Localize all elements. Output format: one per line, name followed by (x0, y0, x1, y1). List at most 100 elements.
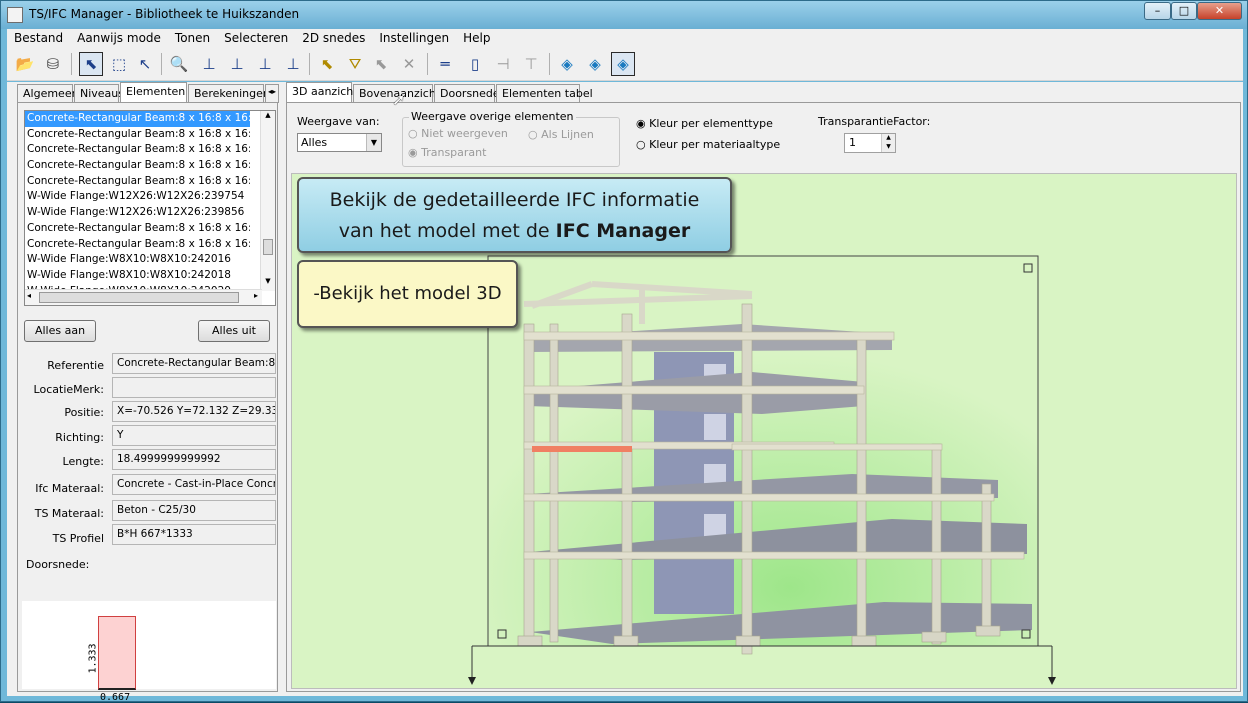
menu-tonen[interactable]: Tonen (168, 29, 217, 45)
view-3d-2-icon[interactable]: ◈ (583, 52, 607, 76)
stepper-up-icon[interactable]: ▲ (881, 134, 895, 143)
element-list[interactable]: Concrete-Rectangular Beam:8 x 16:8 x 16:… (24, 110, 276, 306)
vertical-scrollbar[interactable]: ▲ ▼ (260, 111, 275, 291)
open-model-icon[interactable]: ⛁ (41, 52, 65, 76)
select-box-icon[interactable]: ⬚ (107, 52, 131, 76)
radio-color-type[interactable]: ◉ Kleur per elementtype (636, 117, 773, 130)
transparency-label: TransparantieFactor: (818, 115, 931, 128)
richting-field[interactable]: Y (112, 425, 276, 446)
view-3d-3-icon[interactable]: ◈ (611, 52, 635, 76)
elements-panel: Concrete-Rectangular Beam:8 x 16:8 x 16:… (17, 102, 278, 703)
list-item[interactable]: Concrete-Rectangular Beam:8 x 16:8 x 16:… (25, 111, 250, 127)
tab-elementen-tabel[interactable]: Elementen tabel (496, 84, 593, 103)
view-3d-1-icon[interactable]: ◈ (555, 52, 579, 76)
zoom-icon[interactable]: 🔍 (167, 52, 191, 76)
radio-hide[interactable]: ○ Niet weergeven (408, 127, 508, 140)
app-icon (7, 7, 23, 23)
view-of-select[interactable]: Alles ▼ (297, 133, 382, 152)
axis-view-3-icon[interactable]: ⊥ (253, 52, 277, 76)
filter-icon[interactable]: ⛛ (343, 52, 367, 76)
radio-color-material[interactable]: ○ Kleur per materiaaltype (636, 138, 780, 151)
view-of-value: Alles (301, 136, 328, 149)
tab-elementen[interactable]: Elementen (120, 82, 187, 104)
locatiemerk-field[interactable] (112, 377, 276, 398)
list-item[interactable]: Concrete-Rectangular Beam:8 x 16:8 x 16:… (25, 142, 250, 158)
3d-viewport[interactable]: Bekijk de gedetailleerde IFC informatie … (291, 173, 1237, 689)
pick-disabled-icon[interactable]: ⬉ (369, 52, 393, 76)
client-area: Algemeen Niveaus Elementen Berekeningen … (7, 82, 1243, 703)
tab-scroll-icon[interactable]: ◂▸ (265, 84, 279, 103)
section-disabled-icon[interactable]: ⊤ (519, 52, 543, 76)
property-label: Richting: (55, 431, 104, 444)
list-item[interactable]: Concrete-Rectangular Beam:8 x 16:8 x 16:… (25, 127, 250, 143)
tab-berekeningen[interactable]: Berekeningen (188, 84, 270, 103)
scroll-up-icon[interactable]: ▲ (261, 111, 275, 125)
other-elements-group: Weergave overige elementen ○ Niet weerge… (402, 110, 620, 167)
column-icon[interactable]: ▯ (463, 52, 487, 76)
minimize-button[interactable]: – (1144, 2, 1171, 20)
view-panel: Weergave van: Alles ▼ Weergave overige e… (286, 102, 1241, 692)
menu-bestand[interactable]: Bestand (7, 29, 70, 45)
tab-doorsnede[interactable]: Doorsnede (434, 84, 500, 103)
tab-3d-aanzicht[interactable]: 3D aanzicht (286, 82, 358, 104)
ts-profiel-field[interactable]: B*H 667*1333 (112, 524, 276, 545)
all-off-button[interactable]: Alles uit (198, 320, 270, 342)
beam-icon[interactable]: ═ (433, 52, 457, 76)
axis-view-4-icon[interactable]: ⊥ (281, 52, 305, 76)
close-button[interactable]: ✕ (1197, 2, 1242, 20)
list-item[interactable]: Concrete-Rectangular Beam:8 x 16:8 x 16:… (25, 158, 250, 174)
axis-view-2-icon[interactable]: ⊥ (225, 52, 249, 76)
menu-2d-snedes[interactable]: 2D snedes (295, 29, 372, 45)
list-item[interactable]: Concrete-Rectangular Beam:8 x 16:8 x 16:… (25, 174, 250, 190)
delete-disabled-icon[interactable]: ✕ (397, 52, 421, 76)
scroll-thumb[interactable] (39, 292, 239, 303)
menu-selecteren[interactable]: Selecteren (217, 29, 295, 45)
horizontal-scrollbar[interactable]: ◂ ▸ (25, 289, 262, 305)
list-item[interactable]: Concrete-Rectangular Beam:8 x 16:8 x 16:… (25, 237, 250, 253)
right-tab-strip: 3D aanzicht Bovenaanzicht Doorsnede Elem… (286, 82, 593, 104)
open-folder-icon[interactable]: 📂 (13, 52, 37, 76)
menu-aanwijs-mode[interactable]: Aanwijs mode (70, 29, 168, 45)
lengte-field[interactable]: 18.4999999999992 (112, 449, 276, 470)
scroll-thumb[interactable] (263, 239, 273, 255)
scroll-down-icon[interactable]: ▼ (261, 277, 275, 291)
radio-empty-icon: ○ (408, 127, 418, 140)
property-label: TS Profiel (52, 532, 104, 545)
axis-view-1-icon[interactable]: ⊥ (197, 52, 221, 76)
radio-transparent[interactable]: ◉ Transparant (408, 146, 486, 159)
referentie-field[interactable]: Concrete-Rectangular Beam:8 x (112, 353, 276, 374)
radio-checked-icon: ◉ (636, 117, 646, 130)
note-callout: -Bekijk het model 3D (297, 260, 518, 328)
tab-niveaus[interactable]: Niveaus (74, 84, 124, 103)
scroll-right-icon[interactable]: ▸ (254, 291, 258, 300)
maximize-button[interactable]: □ (1171, 2, 1197, 20)
tab-algemeen[interactable]: Algemeen (17, 84, 79, 103)
radio-checked-icon: ◉ (408, 146, 418, 159)
window-title: TS/IFC Manager - Bibliotheek te Huikszan… (29, 7, 300, 21)
scroll-left-icon[interactable]: ◂ (27, 291, 31, 300)
profile-disabled-icon[interactable]: ⊣ (491, 52, 515, 76)
dropdown-arrow-icon[interactable]: ▼ (366, 134, 381, 151)
pick-icon[interactable]: ⬉ (315, 52, 339, 76)
pointer-icon[interactable]: ↖ (133, 52, 157, 76)
list-item[interactable]: W-Wide Flange:W8X10:W8X10:242018 (25, 268, 250, 284)
list-item[interactable]: Concrete-Rectangular Beam:8 x 16:8 x 16:… (25, 221, 250, 237)
list-item[interactable]: W-Wide Flange:W12X26:W12X26:239856 (25, 205, 250, 221)
info-callout: Bekijk de gedetailleerde IFC informatie … (297, 177, 732, 253)
ifc-materiaal-field[interactable]: Concrete - Cast-in-Place Concret (112, 474, 276, 495)
cross-section-width: 0.667 (100, 692, 131, 703)
select-pointer-icon[interactable]: ⬉ (79, 52, 103, 76)
list-item[interactable]: W-Wide Flange:W12X26:W12X26:239754 (25, 189, 250, 205)
left-tab-strip: Algemeen Niveaus Elementen Berekeningen … (17, 82, 279, 104)
menu-instellingen[interactable]: Instellingen (372, 29, 456, 45)
transparency-stepper[interactable]: 1 ▲ ▼ (844, 133, 896, 153)
positie-field[interactable]: X=-70.526 Y=72.132 Z=29.333 (112, 401, 276, 422)
radio-as-lines[interactable]: ○ Als Lijnen (528, 128, 594, 141)
ts-materiaal-field[interactable]: Beton - C25/30 (112, 500, 276, 521)
all-on-button[interactable]: Alles aan (24, 320, 96, 342)
list-item[interactable]: W-Wide Flange:W8X10:W8X10:242016 (25, 252, 250, 268)
mouse-cursor-icon: ➚ (392, 90, 406, 109)
stepper-down-icon[interactable]: ▼ (881, 143, 895, 152)
menu-help[interactable]: Help (456, 29, 497, 45)
toolbar: 📂 ⛁ ⬉ ⬚ ↖ 🔍 ⊥ ⊥ ⊥ ⊥ ⬉ ⛛ ⬉ ✕ ═ ▯ ⊣ ⊤ ◈ ◈ … (7, 49, 1243, 81)
